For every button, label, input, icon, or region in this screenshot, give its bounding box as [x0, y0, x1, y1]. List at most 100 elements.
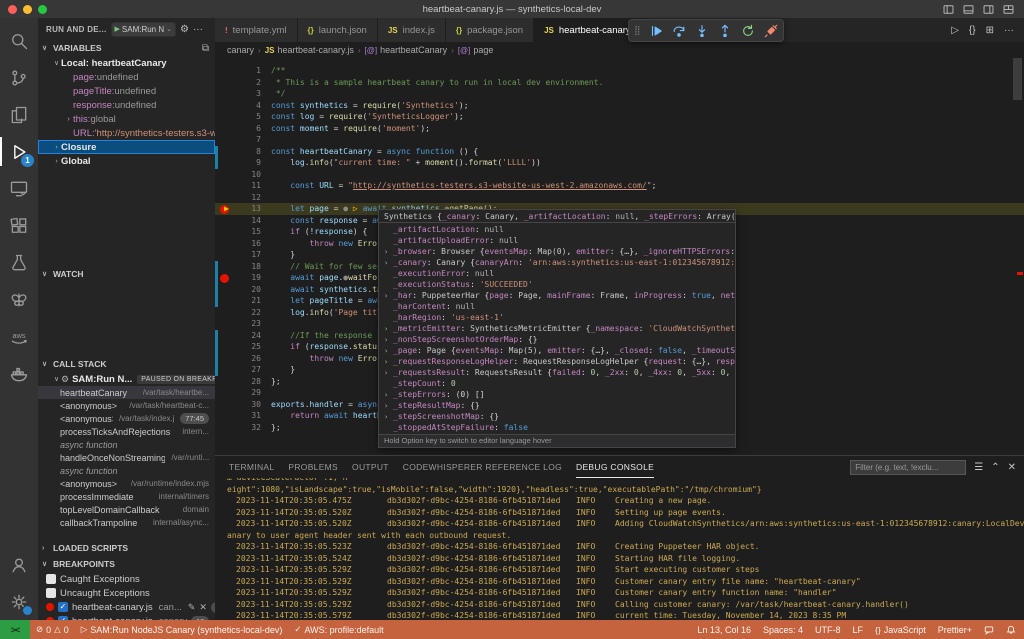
aws-profile-status[interactable]: ✓ AWS: profile:default: [288, 620, 389, 639]
split-editor-button[interactable]: ⊞: [986, 25, 994, 36]
loaded-scripts-section-header[interactable]: ›LOADED SCRIPTS: [38, 540, 215, 556]
breadcrumb-item[interactable]: [@]page: [458, 45, 494, 55]
hover-property-row[interactable]: ›_canary: Canary {canaryArn: 'arn:aws:sy…: [379, 257, 735, 268]
hover-property-row[interactable]: ›_metricEmitter: SyntheticsMetricEmitter…: [379, 323, 735, 334]
tab-package.json[interactable]: {}package.json: [446, 18, 534, 42]
code-line-10[interactable]: 10: [215, 169, 1024, 181]
minimize-window-button[interactable]: [23, 5, 32, 14]
braces-button[interactable]: {}: [969, 25, 976, 36]
breadcrumb-item[interactable]: [@]heartbeatCanary: [365, 45, 448, 55]
feedback-icon[interactable]: [978, 620, 1000, 639]
variable-row[interactable]: ›Global: [38, 154, 215, 168]
code-line-11[interactable]: 11 const URL = "http://synthetics-tester…: [215, 180, 1024, 192]
call-stack-section-header[interactable]: ∨CALL STACK: [38, 356, 215, 372]
code-line-5[interactable]: 5const log = require('SyntheticsLogger')…: [215, 111, 1024, 123]
aws-icon[interactable]: aws: [0, 318, 38, 355]
tab-launch.json[interactable]: {}launch.json: [298, 18, 378, 42]
docker-icon[interactable]: [0, 355, 38, 392]
sidebar-more-actions-icon[interactable]: ···: [193, 24, 203, 35]
call-stack-frame[interactable]: topLevelDomainCallbackdomain: [38, 503, 215, 516]
hover-property-row[interactable]: ›_har: PuppeteerHar {page: Page, mainFra…: [379, 290, 735, 301]
call-stack-frame[interactable]: <anonymous>/var/runtime/index.mjs: [38, 477, 215, 490]
hover-property-row[interactable]: _executionStatus: 'SUCCEEDED': [379, 279, 735, 290]
toggle-panel-icon[interactable]: [963, 4, 974, 15]
hover-property-row[interactable]: _artifactLocation: null: [379, 224, 735, 235]
status-lf[interactable]: LF: [847, 620, 870, 639]
debug-settings-gear-icon[interactable]: ⚙: [180, 24, 189, 35]
code-line-7[interactable]: 7: [215, 134, 1024, 146]
remote-indicator[interactable]: ><: [0, 620, 30, 639]
breakpoint-checkbox[interactable]: [46, 574, 56, 584]
breakpoint-row[interactable]: Caught Exceptions: [38, 572, 215, 586]
hover-property-row[interactable]: _artifactUploadError: null: [379, 235, 735, 246]
collapse-all-icon[interactable]: ⧉: [202, 43, 209, 54]
panel-tab-output[interactable]: OUTPUT: [352, 456, 389, 478]
close-panel-icon[interactable]: ✕: [1008, 462, 1016, 473]
call-stack-frame[interactable]: <anonymous>/var/task/heartbeat-c...: [38, 399, 215, 412]
call-stack-frame[interactable]: heartbeatCanary/var/task/heartbe...: [38, 386, 215, 399]
step-into-button[interactable]: [695, 24, 709, 38]
debug-session-row[interactable]: ∨⚙SAM:Run N...PAUSED ON BREAKPOINT: [38, 372, 215, 386]
hover-property-row[interactable]: _harContent: null: [379, 301, 735, 312]
restart-button[interactable]: [741, 24, 755, 38]
call-stack-frame[interactable]: async function: [38, 464, 215, 477]
disconnect-button[interactable]: [764, 24, 778, 38]
problems-status[interactable]: ⊘0 △0: [30, 620, 75, 639]
variable-row[interactable]: URL: 'http://synthetics-testers.s3-w…: [38, 126, 215, 140]
breakpoint-icon[interactable]: [220, 273, 234, 283]
watch-section-header[interactable]: ∨WATCH: [38, 266, 215, 282]
run-and-debug-icon[interactable]: 1: [0, 133, 38, 170]
hover-property-row[interactable]: ›_stepScreenshotMap: {}: [379, 411, 735, 422]
source-control-icon[interactable]: [0, 59, 38, 96]
code-editor[interactable]: 1/**2 * This is a sample heartbeat canar…: [215, 58, 1024, 455]
search-icon[interactable]: [0, 22, 38, 59]
run-button[interactable]: ▷: [951, 25, 959, 36]
close-window-button[interactable]: [8, 5, 17, 14]
remote-explorer-icon[interactable]: [0, 170, 38, 207]
maximize-panel-icon[interactable]: ⌃: [991, 462, 999, 473]
status-utf-8[interactable]: UTF-8: [809, 620, 847, 639]
hover-property-row[interactable]: ›_browser: Browser {eventsMap: Map(0), e…: [379, 246, 735, 257]
breakpoint-row[interactable]: Uncaught Exceptions: [38, 586, 215, 600]
hover-property-row[interactable]: _stepCount: 0: [379, 378, 735, 389]
bell-icon[interactable]: [1000, 620, 1024, 639]
code-line-8[interactable]: 8const heartbeatCanary = async function …: [215, 146, 1024, 158]
hover-property-row[interactable]: _harRegion: 'us-east-1': [379, 312, 735, 323]
testing-icon[interactable]: [0, 244, 38, 281]
zoom-window-button[interactable]: [38, 5, 47, 14]
hover-property-row[interactable]: ›_page: Page {eventsMap: Map(5), emitter…: [379, 345, 735, 356]
debug-config-dropdown[interactable]: ▶ SAM:Run N ⌄: [111, 22, 177, 37]
customize-layout-icon[interactable]: [1003, 4, 1014, 15]
status-prettier-[interactable]: Prettier+: [932, 620, 978, 639]
breakpoint-row[interactable]: ✓heartbeat-canary.jscan...✎✕13: [38, 600, 215, 614]
tab-template.yml[interactable]: !template.yml: [215, 18, 298, 42]
settings-icon[interactable]: [0, 583, 38, 620]
call-stack-frame[interactable]: processImmediateinternal/timers: [38, 490, 215, 503]
continue-button[interactable]: [649, 24, 663, 38]
extensions-icon[interactable]: [0, 207, 38, 244]
step-out-button[interactable]: [718, 24, 732, 38]
status-ln-13-col-16[interactable]: Ln 13, Col 16: [691, 620, 757, 639]
panel-tab-terminal[interactable]: TERMINAL: [229, 456, 274, 478]
edit-breakpoint-icon[interactable]: ✎: [188, 602, 196, 613]
hover-property-row[interactable]: ›_stepErrors: (0) []: [379, 389, 735, 400]
variables-section-header[interactable]: ∨VARIABLES⧉: [38, 40, 215, 56]
more-actions-button[interactable]: ···: [1004, 25, 1014, 36]
code-line-3[interactable]: 3 */: [215, 88, 1024, 100]
variable-row[interactable]: pageTitle: undefined: [38, 84, 215, 98]
call-stack-frame[interactable]: callbackTrampolineinternal/async...: [38, 516, 215, 529]
breadcrumb-item[interactable]: canary: [227, 45, 254, 55]
hover-property-row[interactable]: ›_nonStepScreenshotOrderMap: {}: [379, 334, 735, 345]
code-line-9[interactable]: 9 log.info("current time: " + moment().f…: [215, 157, 1024, 169]
code-line-2[interactable]: 2 * This is a sample heartbeat canary to…: [215, 77, 1024, 89]
panel-tab-codewhisperer-reference-log[interactable]: CODEWHISPERER REFERENCE LOG: [403, 456, 562, 478]
step-over-button[interactable]: [672, 24, 686, 38]
variable-row[interactable]: response: undefined: [38, 98, 215, 112]
status-spaces-4[interactable]: Spaces: 4: [757, 620, 809, 639]
code-line-1[interactable]: 1/**: [215, 65, 1024, 77]
hover-property-row[interactable]: ›_requestsResult: RequestsResult {failed…: [379, 367, 735, 378]
breakpoint-checkbox[interactable]: ✓: [58, 602, 68, 612]
console-filter-input[interactable]: [850, 460, 966, 475]
call-stack-frame[interactable]: processTicksAndRejectionsintern...: [38, 425, 215, 438]
explorer-icon[interactable]: [0, 96, 38, 133]
